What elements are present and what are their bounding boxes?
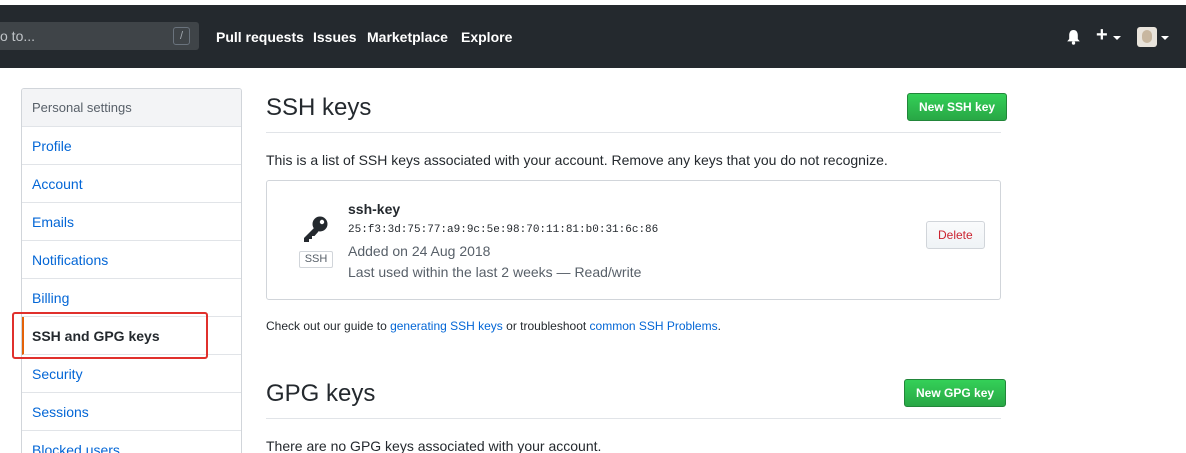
nav-issues[interactable]: Issues [313, 29, 357, 45]
avatar [1137, 27, 1157, 47]
sidebar-item-emails[interactable]: Emails [22, 203, 241, 241]
plus-icon: + [1096, 24, 1108, 46]
key-last-used: Last used within the last 2 weeks — Read… [348, 264, 642, 280]
ssh-keys-title: SSH keys [266, 94, 372, 121]
nav-explore[interactable]: Explore [461, 29, 512, 45]
new-gpg-key-button[interactable]: New GPG key [904, 379, 1007, 407]
section-divider [266, 418, 1001, 419]
key-type-badge: SSH [299, 251, 333, 268]
section-divider [266, 132, 1001, 133]
common-ssh-problems-link[interactable]: common SSH Problems [590, 319, 718, 333]
search-input[interactable]: o to... / [0, 22, 199, 50]
sidebar-item-blocked-users[interactable]: Blocked users [22, 431, 241, 453]
generating-ssh-keys-link[interactable]: generating SSH keys [390, 319, 503, 333]
key-icon [301, 213, 331, 246]
help-middle: or troubleshoot [502, 319, 590, 333]
new-ssh-key-button[interactable]: New SSH key [907, 93, 1008, 121]
ssh-help-text: Check out our guide to generating SSH ke… [266, 319, 721, 333]
search-shortcut-hint: / [173, 27, 190, 45]
help-prefix: Check out our guide to [266, 319, 391, 333]
key-fingerprint: 25:f3:3d:75:77:a9:9c:5e:98:70:11:81:b0:3… [348, 224, 659, 236]
settings-sidebar: Personal settings Profile Account Emails… [21, 88, 242, 453]
key-added-date: Added on 24 Aug 2018 [348, 243, 491, 259]
sidebar-item-sessions[interactable]: Sessions [22, 393, 241, 431]
highlight-annotation [12, 312, 208, 359]
sidebar-item-profile[interactable]: Profile [22, 127, 241, 165]
ssh-key-item: SSH ssh-key 25:f3:3d:75:77:a9:9c:5e:98:7… [266, 180, 1001, 300]
sidebar-item-security[interactable]: Security [22, 355, 241, 393]
search-placeholder: o to... [0, 28, 36, 44]
chevron-down-icon [1161, 36, 1169, 40]
sidebar-heading: Personal settings [22, 89, 241, 127]
global-header: o to... / Pull requests Issues Marketpla… [0, 5, 1186, 68]
bell-icon[interactable] [1066, 29, 1081, 48]
chevron-down-icon [1113, 36, 1121, 40]
nav-pull-requests[interactable]: Pull requests [216, 29, 304, 45]
key-title: ssh-key [348, 201, 401, 217]
gpg-keys-title: GPG keys [266, 380, 376, 407]
sidebar-item-notifications[interactable]: Notifications [22, 241, 241, 279]
sidebar-item-account[interactable]: Account [22, 165, 241, 203]
gpg-keys-description: There are no GPG keys associated with yo… [266, 438, 602, 453]
delete-key-button[interactable]: Delete [926, 221, 985, 249]
ssh-keys-description: This is a list of SSH keys associated wi… [266, 152, 888, 168]
nav-marketplace[interactable]: Marketplace [367, 29, 448, 45]
help-suffix: . [717, 319, 721, 333]
